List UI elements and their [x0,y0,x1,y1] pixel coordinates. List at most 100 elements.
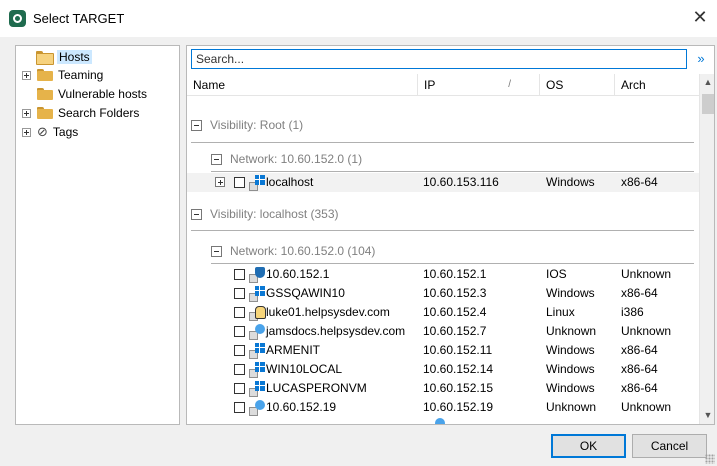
tree-item-label: Teaming [58,68,104,82]
windows-icon [249,175,265,191]
expand-icon[interactable] [22,127,31,137]
group-divider [211,263,694,264]
windows-icon [249,362,265,378]
search-input[interactable] [192,50,686,68]
folder-icon [37,69,53,81]
table-row[interactable]: luke01.helpsysdev.com 10.60.152.4 Linux … [187,303,699,322]
scroll-down-icon[interactable]: ▼ [700,407,714,424]
host-os: Linux [546,305,575,319]
search-folder-icon [37,107,53,119]
unknown-os-icon [249,400,265,416]
grid-header: Name IP / OS Arch [187,74,699,96]
group-header-network-root[interactable]: Network: 10.60.152.0 (1) [211,149,362,169]
close-icon[interactable]: ✕ [689,6,711,30]
column-label: OS [546,78,564,92]
group-divider [211,171,694,172]
row-checkbox[interactable] [234,383,245,394]
row-checkbox[interactable] [234,177,245,188]
collapse-icon[interactable] [191,208,202,220]
column-header-name[interactable]: Name [187,74,418,96]
column-header-ip[interactable]: IP / [418,74,540,96]
row-checkbox[interactable] [234,269,245,280]
row-checkbox[interactable] [234,402,245,413]
table-row[interactable]: LUCASPERONVM 10.60.152.15 Windows x86-64 [187,379,699,398]
folder-open-icon [36,51,54,65]
linux-icon [249,305,266,321]
tree-item-tags[interactable]: ⊘ Tags [22,123,78,141]
expand-icon[interactable] [22,70,31,80]
table-row[interactable]: GSSQAWIN10 10.60.152.3 Windows x86-64 [187,284,699,303]
column-header-arch[interactable]: Arch [615,74,699,96]
host-name: luke01.helpsysdev.com [266,305,390,319]
host-arch: x86-64 [621,343,658,357]
table-row[interactable]: jamsdocs.helpsysdev.com 10.60.152.7 Unkn… [187,322,699,341]
host-os: Unknown [546,324,597,338]
host-arch: i386 [621,305,644,319]
scroll-up-icon[interactable]: ▲ [700,74,714,91]
row-checkbox[interactable] [234,364,245,375]
folder-icon [37,88,53,100]
host-ip: 10.60.152.11 [423,343,493,357]
host-os: IOS [546,267,567,281]
collapse-icon[interactable] [211,245,222,257]
unknown-os-icon [249,324,265,340]
host-ip: 10.60.152.1 [423,267,487,281]
host-arch: Unknown [621,267,672,281]
table-row[interactable]: 10.60.152.19 10.60.152.19 Unknown Unknow… [187,398,699,417]
scroll-thumb[interactable] [702,94,714,114]
host-os: Windows [546,343,595,357]
host-ip: 10.60.152.14 [423,362,494,376]
host-ip: 10.60.152.15 [423,381,494,395]
tree-item-teaming[interactable]: Teaming [22,66,103,84]
group-header-visibility-localhost[interactable]: Visibility: localhost (353) [191,204,339,224]
row-checkbox[interactable] [234,288,245,299]
unknown-os-icon [429,418,445,424]
expand-icon[interactable] [215,177,225,187]
group-header-network-localhost[interactable]: Network: 10.60.152.0 (104) [211,241,375,261]
collapse-icon[interactable] [211,153,222,165]
group-header-visibility-root[interactable]: Visibility: Root (1) [191,115,303,135]
vertical-scrollbar[interactable]: ▲ ▼ [699,74,714,424]
tree-item-search-folders[interactable]: Search Folders [22,104,139,122]
windows-icon [249,343,265,359]
row-checkbox[interactable] [234,307,245,318]
column-header-os[interactable]: OS [540,74,615,96]
group-divider [191,230,694,231]
expand-icon[interactable] [22,108,31,118]
group-divider [191,142,694,143]
host-arch: Unknown [621,400,672,414]
group-label: Network: 10.60.152.0 (1) [230,152,363,166]
tree-item-hosts[interactable]: Hosts [36,48,92,66]
table-row[interactable]: localhost 10.60.153.116 Windows x86-64 [187,173,699,192]
tree-item-label: Tags [52,125,79,139]
tree-pane: Hosts Teaming Vulnerable hosts Search Fo… [15,45,180,425]
host-os: Windows [546,381,595,395]
tag-icon: ⊘ [37,124,48,139]
group-label: Network: 10.60.152.0 (104) [230,244,376,258]
resize-grip-icon[interactable] [705,454,715,464]
host-arch: Unknown [621,324,672,338]
collapse-icon[interactable] [191,119,202,131]
tree-item-vulnerable-hosts[interactable]: Vulnerable hosts [37,85,147,103]
host-ip: 10.60.152.4 [423,305,487,319]
window-title: Select TARGET [33,11,125,26]
ok-button[interactable]: OK [551,434,626,458]
host-name: 10.60.152.1 [266,267,330,281]
table-row[interactable]: ARMENIT 10.60.152.11 Windows x86-64 [187,341,699,360]
host-name: jamsdocs.helpsysdev.com [266,324,406,338]
host-os: Windows [546,286,595,300]
tree-item-label: Search Folders [58,106,140,120]
host-name: 10.60.152.19 [266,400,337,414]
host-arch: x86-64 [621,362,658,376]
host-name: localhost [266,175,314,189]
chevron-down-icon[interactable]: » [692,50,710,68]
row-checkbox[interactable] [234,326,245,337]
host-ip: 10.60.152.19 [423,400,494,414]
table-row[interactable]: 10.60.152.1 10.60.152.1 IOS Unknown [187,265,699,284]
host-name: ARMENIT [266,343,320,357]
row-checkbox[interactable] [234,345,245,356]
title-bar: Select TARGET ✕ [0,0,717,37]
column-label: IP [424,78,436,92]
cancel-button[interactable]: Cancel [632,434,707,458]
table-row[interactable]: WIN10LOCAL 10.60.152.14 Windows x86-64 [187,360,699,379]
